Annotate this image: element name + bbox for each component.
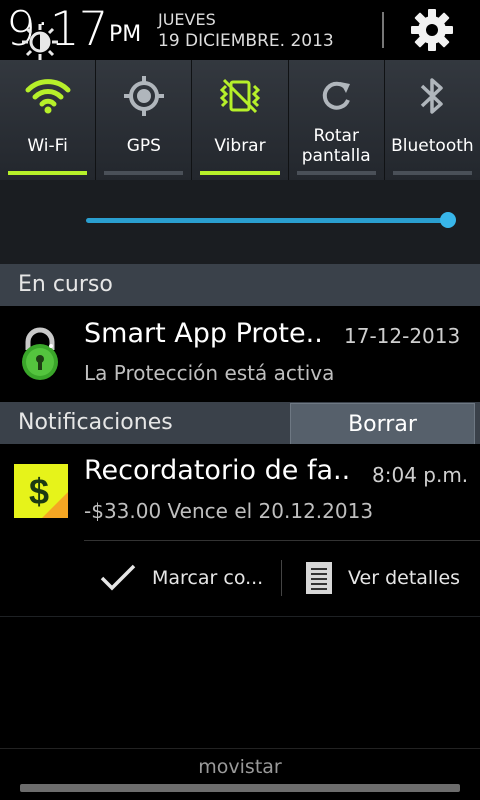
bill-subtitle: -$33.00 Vence el 20.12.2013 (84, 499, 374, 523)
mark-paid-button[interactable]: Marcar co... (84, 550, 280, 606)
clock-ampm: PM (109, 22, 142, 47)
view-details-button[interactable]: Ver detalles (290, 550, 480, 606)
bluetooth-toggle[interactable]: Bluetooth (384, 60, 480, 180)
rotate-label: Rotar pantalla (289, 126, 384, 166)
rotate-icon (323, 81, 351, 110)
brightness-icon (20, 22, 60, 62)
view-details-label: Ver detalles (348, 567, 461, 589)
rotate-label-line1: Rotar (313, 126, 359, 146)
rotate-toggle[interactable]: Rotar pantalla (288, 60, 385, 180)
gear-icon (411, 9, 453, 51)
rotate-indicator (296, 171, 376, 175)
wifi-icon (25, 79, 71, 114)
vibrate-icon (219, 78, 261, 114)
ongoing-section-header: En curso (0, 264, 480, 306)
wifi-toggle[interactable]: Wi-Fi (0, 60, 97, 180)
panel-drag-handle[interactable] (20, 784, 460, 792)
quick-settings-panel: Wi-Fi GPS Vibrar Rotar pantalla Bluetoot… (0, 60, 480, 180)
ongoing-subtitle: La Protección está activa (84, 361, 335, 385)
date-label: 19 DICIEMBRE. 2013 (158, 31, 334, 51)
ongoing-title: En curso (18, 272, 113, 297)
vibrate-label: Vibrar (214, 136, 266, 156)
bill-title: Recordatorio de fa.. (84, 455, 351, 486)
document-icon (306, 562, 332, 594)
checkmark-icon (100, 564, 136, 591)
mark-paid-label: Marcar co... (152, 567, 264, 589)
lock-icon (18, 326, 62, 380)
bluetooth-label: Bluetooth (391, 136, 474, 156)
wifi-indicator (8, 171, 88, 175)
gps-toggle[interactable]: GPS (96, 60, 193, 180)
carrier-divider (0, 748, 480, 749)
bluetooth-indicator (392, 171, 473, 175)
action-divider (84, 540, 480, 541)
brightness-slider-thumb[interactable] (440, 212, 456, 228)
gps-label: GPS (126, 136, 161, 156)
vibrate-toggle[interactable]: Vibrar (192, 60, 289, 180)
notifications-end-divider (0, 616, 480, 617)
settings-button[interactable] (406, 6, 458, 54)
ongoing-timestamp: 17-12-2013 (344, 324, 461, 348)
gps-indicator (104, 171, 184, 175)
bill-timestamp: 8:04 p.m. (372, 463, 469, 487)
notifications-title: Notificaciones (18, 410, 173, 435)
dollar-icon: $ (12, 462, 70, 520)
weekday-label: JUEVES (158, 10, 216, 29)
vibrate-indicator (200, 171, 280, 175)
action-separator (281, 560, 282, 596)
gps-icon (123, 76, 164, 116)
carrier-label: movistar (198, 756, 282, 778)
clear-button[interactable]: Borrar (290, 403, 475, 445)
brightness-slider-track[interactable] (86, 218, 448, 223)
ongoing-title-text: Smart App Prote.. (84, 318, 323, 349)
bluetooth-icon (421, 78, 444, 114)
header-divider (382, 12, 384, 48)
rotate-label-line2: pantalla (301, 146, 371, 166)
svg-text:$: $ (29, 471, 49, 512)
wifi-label: Wi-Fi (27, 136, 68, 156)
